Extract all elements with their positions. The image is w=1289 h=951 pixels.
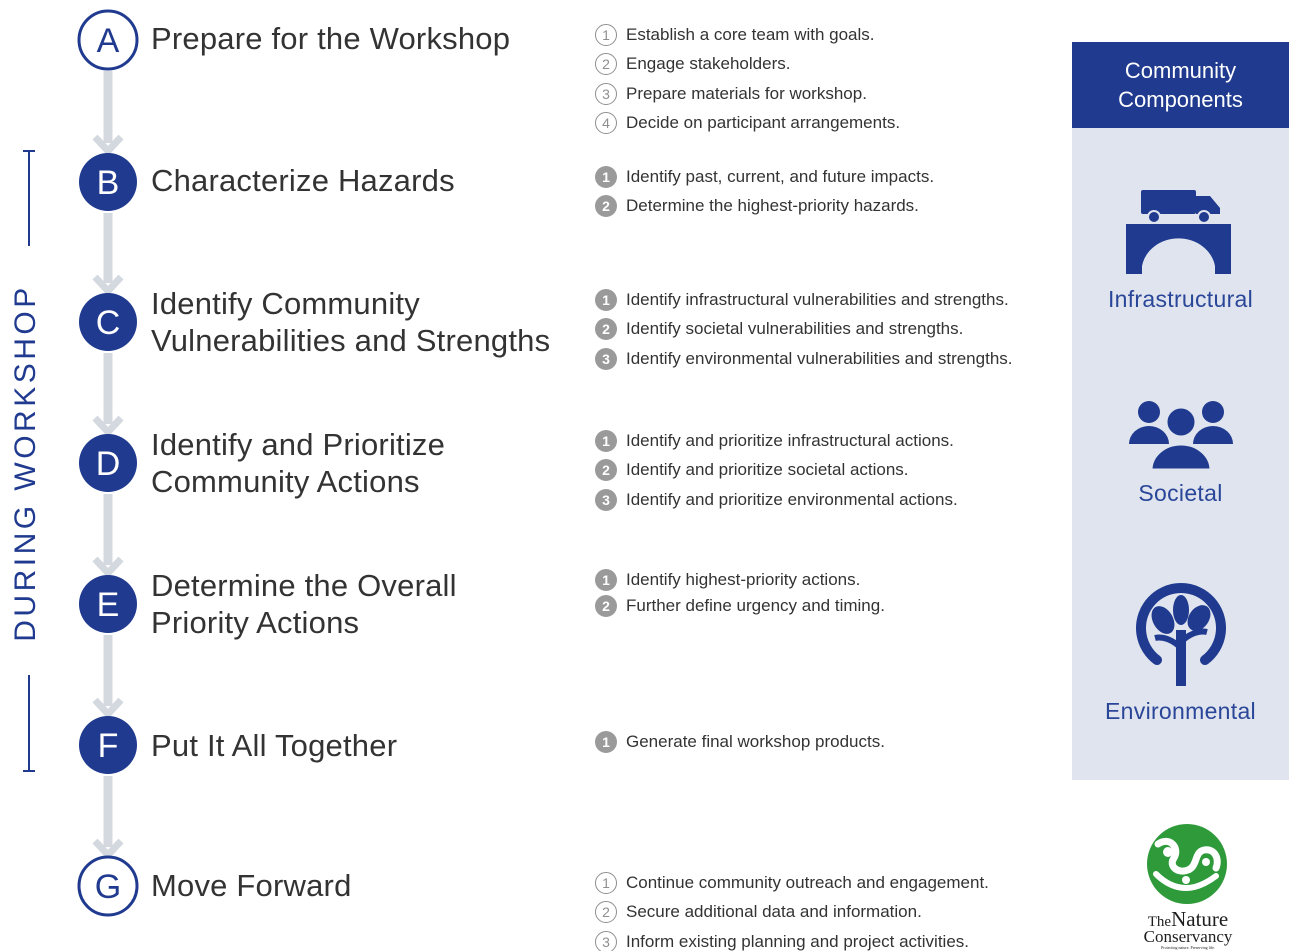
task-text: Identify and prioritize infrastructural …: [626, 430, 954, 450]
step-letter: B: [97, 164, 120, 202]
logo-name-line2: Conservancy: [1143, 927, 1233, 946]
bridge-truck-icon: [1072, 180, 1289, 276]
task-number-badge: 3: [595, 82, 617, 105]
task-item: 3 Inform existing planning and project ac…: [595, 927, 1070, 951]
step-f-task-list: 1 Generate final workshop products.: [595, 727, 1070, 757]
tree-icon: [1072, 582, 1289, 688]
task-item: 1 Identify and prioritize infrastructural…: [595, 426, 1070, 456]
task-number-badge: 4: [595, 112, 617, 135]
task-number-badge: 1: [595, 730, 617, 753]
task-text: Identify past, current, and future impac…: [626, 166, 935, 186]
task-text: Identify societal vulnerabilities and st…: [626, 319, 964, 339]
task-text: Identify environmental vulnerabilities a…: [626, 348, 1013, 368]
step-a-task-list: 1 Establish a core team with goals. 2 Engag…: [595, 20, 1070, 138]
task-number-badge: 1: [595, 23, 617, 46]
task-item: 2 Identify and prioritize societal action…: [595, 456, 1070, 486]
step-d-circle: D: [79, 434, 137, 492]
step-letter: F: [98, 727, 119, 765]
components-heading: Community Components: [1072, 42, 1289, 128]
step-e-title: Determine the Overall Priority Actions: [151, 568, 457, 640]
nature-conservancy-logo: TheNature Conservancy Protecting nature.…: [1128, 822, 1248, 951]
task-item: 2 Identify societal vulnerabilities and s…: [595, 315, 1070, 345]
step-g-task-list: 1 Continue community outreach and engagem…: [595, 868, 1070, 951]
task-item: 2 Further define urgency and timing.: [595, 593, 1070, 619]
task-item: 1 Establish a core team with goals.: [595, 20, 1070, 50]
task-text: Identify infrastructural vulnerabilities…: [626, 289, 1009, 309]
task-text: Identify and prioritize environmental ac…: [626, 489, 958, 509]
task-number-badge: 2: [595, 459, 617, 482]
task-text: Identify highest-priority actions.: [626, 570, 861, 589]
task-item: 2 Engage stakeholders.: [595, 50, 1070, 80]
task-item: 1 Generate final workshop products.: [595, 727, 1070, 757]
infrastructural-label: Infrastructural: [1107, 286, 1254, 312]
task-number-badge: 3: [595, 930, 617, 951]
task-number-badge: 2: [595, 195, 617, 218]
step-b-circle: B: [79, 153, 137, 211]
task-text: Identify and prioritize societal actions…: [626, 460, 909, 480]
task-item: 3 Identify environmental vulnerabilities …: [595, 344, 1070, 374]
step-g-title: Move Forward: [151, 868, 352, 903]
task-number-badge: 3: [595, 488, 617, 511]
step-c-circle: C: [79, 293, 137, 351]
task-text: Decide on participant arrangements.: [626, 113, 901, 133]
step-f-circle: F: [79, 716, 137, 774]
task-item: 1 Continue community outreach and engagem…: [595, 868, 1070, 898]
task-number-badge: 1: [595, 871, 617, 894]
environmental-label: Environmental: [1105, 698, 1256, 724]
step-b-title: Characterize Hazards: [151, 163, 455, 198]
step-d-task-list: 1 Identify and prioritize infrastructural…: [595, 426, 1070, 515]
task-number-badge: 1: [595, 165, 617, 188]
task-item: 3 Identify and prioritize environmental a…: [595, 485, 1070, 515]
societal-label: Societal: [1138, 480, 1223, 506]
task-text: Further define urgency and timing.: [626, 596, 885, 615]
task-item: 1 Identify past, current, and future impa…: [595, 162, 1070, 192]
step-a-circle: A: [77, 9, 139, 71]
task-text: Establish a core team with goals.: [626, 24, 875, 44]
task-number-badge: 2: [595, 53, 617, 76]
task-number-badge: 2: [595, 595, 617, 617]
task-item: 1 Identify highest-priority actions.: [595, 567, 1070, 593]
task-text: Secure additional data and information.: [626, 902, 922, 922]
task-number-badge: 1: [595, 569, 617, 591]
task-item: 1 Identify infrastructural vulnerabilitie…: [595, 285, 1070, 315]
step-letter: A: [97, 22, 120, 60]
step-a-title: Prepare for the Workshop: [151, 21, 511, 56]
community-components-panel: Community Components Infrastructural Soc…: [1072, 42, 1289, 780]
people-group-icon: [1072, 398, 1289, 470]
logo-tagline: Protecting nature. Preserving life.: [1161, 945, 1215, 950]
task-number-badge: 1: [595, 429, 617, 452]
step-e-circle: E: [79, 575, 137, 633]
task-number-badge: 2: [595, 318, 617, 341]
step-letter: E: [97, 586, 120, 624]
step-c-title: Identify Community Vulnerabilities and S…: [151, 286, 551, 358]
task-item: 4 Decide on participant arrangements.: [595, 109, 1070, 139]
task-item: 2 Determine the highest-priority hazards.: [595, 192, 1070, 222]
step-d-title: Identify and Prioritize Community Action…: [151, 427, 446, 499]
task-number-badge: 1: [595, 288, 617, 311]
during-workshop-label: DURING WORKSHOP: [9, 284, 42, 642]
step-g-circle: G: [77, 855, 139, 917]
task-text: Determine the highest-priority hazards.: [626, 196, 919, 216]
task-text: Continue community outreach and engageme…: [626, 872, 989, 892]
task-item: 2 Secure additional data and information.: [595, 898, 1070, 928]
task-item: 3 Prepare materials for workshop.: [595, 79, 1070, 109]
step-e-task-list: 1 Identify highest-priority actions. 2 Furt…: [595, 567, 1070, 619]
step-letter: D: [96, 445, 121, 483]
step-letter: C: [96, 304, 121, 342]
step-letter: G: [95, 868, 121, 906]
task-text: Engage stakeholders.: [626, 54, 791, 74]
task-text: Generate final workshop products.: [626, 731, 885, 751]
task-text: Prepare materials for workshop.: [626, 83, 867, 103]
nature-conservancy-emblem: [1147, 824, 1227, 904]
task-text: Inform existing planning and project act…: [626, 931, 970, 951]
task-number-badge: 2: [595, 901, 617, 924]
task-number-badge: 3: [595, 347, 617, 370]
step-c-task-list: 1 Identify infrastructural vulnerabilitie…: [595, 285, 1070, 374]
step-b-task-list: 1 Identify past, current, and future impa…: [595, 162, 1070, 221]
step-f-title: Put It All Together: [151, 728, 398, 763]
